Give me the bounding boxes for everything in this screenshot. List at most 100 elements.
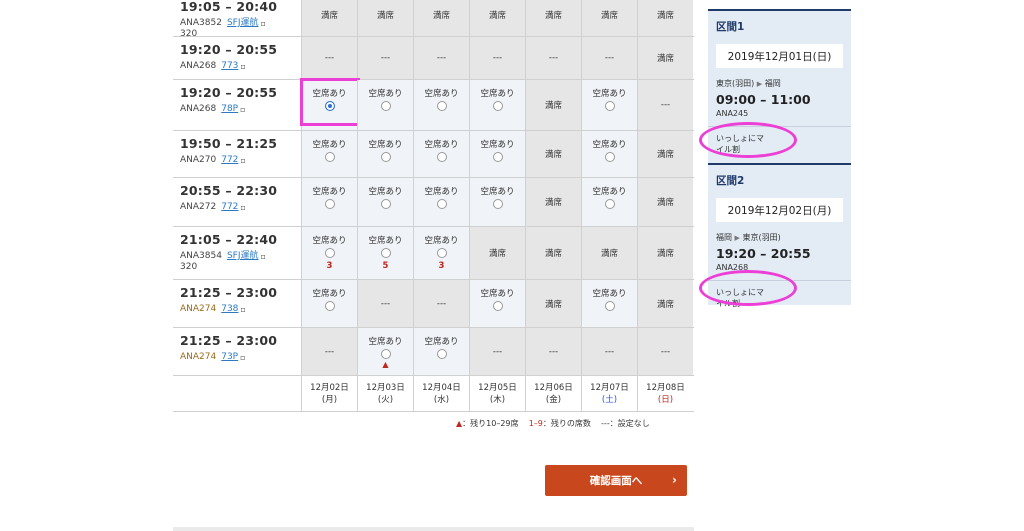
- seat-status-label: 満席: [544, 101, 562, 111]
- aircraft-link[interactable]: 738: [221, 304, 238, 315]
- seat-option[interactable]: 空席あり: [469, 280, 525, 327]
- seat-radio[interactable]: [324, 152, 335, 162]
- seat-option[interactable]: 空席あり: [300, 78, 360, 130]
- seat-radio[interactable]: [436, 152, 447, 162]
- seat-status: 満席: [637, 227, 693, 279]
- seat-option[interactable]: 空席あり: [357, 80, 413, 130]
- flight-info: 19:05 – 20:40 ANA3852 SFJ運航 ▫ 320: [173, 0, 301, 39]
- aircraft-link[interactable]: 773: [221, 61, 238, 72]
- seat-radio[interactable]: [436, 199, 447, 209]
- seat-option[interactable]: 空席あり ▲: [357, 328, 413, 375]
- seat-option[interactable]: 空席あり 3: [301, 227, 357, 279]
- seat-radio[interactable]: [380, 199, 391, 209]
- seat-option[interactable]: 空席あり 3: [413, 227, 469, 279]
- seat-status: ---: [525, 37, 581, 79]
- seat-radio[interactable]: [492, 301, 503, 311]
- seat-radio[interactable]: [604, 152, 615, 162]
- seat-option[interactable]: 空席あり: [413, 131, 469, 177]
- seat-status: ---: [469, 37, 525, 79]
- seat-option[interactable]: 空席あり: [469, 178, 525, 226]
- flight-row: 21:25 – 23:00 ANA274 73P ▫ --- 空席あり ▲ 空席あり --- --…: [173, 328, 694, 376]
- seatmap-icon[interactable]: ▫: [240, 304, 245, 315]
- flight-number-line: ANA268 78P ▫: [180, 104, 301, 115]
- aircraft-link[interactable]: SFJ運航: [227, 251, 259, 262]
- seat-option[interactable]: 空席あり: [469, 80, 525, 130]
- seat-status: 満席: [525, 80, 581, 130]
- seat-status: 満席: [469, 0, 525, 36]
- seat-status: ---: [581, 328, 637, 375]
- seat-radio[interactable]: [492, 101, 503, 111]
- seat-option[interactable]: 空席あり: [581, 178, 637, 226]
- seat-status-label: 空席あり: [480, 140, 515, 150]
- seat-radio[interactable]: [380, 152, 391, 162]
- flight-info: 21:25 – 23:00 ANA274 738 ▫: [173, 280, 301, 327]
- seat-status-label: 空席あり: [424, 140, 459, 150]
- seat-radio[interactable]: [604, 301, 615, 311]
- flight-rows: 19:05 – 20:40 ANA3852 SFJ運航 ▫ 320 満席 満席 満席 満席 満席満…: [173, 0, 694, 376]
- aircraft-link[interactable]: 78P: [221, 104, 238, 115]
- seatmap-icon[interactable]: ▫: [261, 18, 266, 29]
- seatmap-icon[interactable]: ▫: [240, 104, 245, 115]
- seat-option[interactable]: 空席あり: [301, 178, 357, 226]
- legend-dash-mark: ---: [601, 419, 610, 428]
- seatmap-icon[interactable]: ▫: [240, 352, 245, 363]
- seat-option[interactable]: 空席あり: [581, 80, 637, 130]
- seat-status: ---: [301, 37, 357, 79]
- seat-option[interactable]: 空席あり: [413, 178, 469, 226]
- confirm-button[interactable]: 確認画面へ ›: [545, 465, 687, 496]
- seat-radio[interactable]: [604, 101, 615, 111]
- seatmap-icon[interactable]: ▫: [240, 155, 245, 166]
- seat-radio[interactable]: [324, 248, 335, 258]
- warning-triangle-icon: ▲: [382, 360, 389, 369]
- seat-radio[interactable]: [604, 199, 615, 209]
- seat-radio[interactable]: [492, 199, 503, 209]
- arrow-right-icon: ▶: [756, 80, 763, 88]
- segment1-to: 福岡: [764, 79, 781, 88]
- seat-status-label: ---: [492, 53, 503, 63]
- seat-radio[interactable]: [380, 248, 391, 258]
- seat-option[interactable]: 空席あり: [357, 131, 413, 177]
- seatmap-icon[interactable]: ▫: [240, 61, 245, 72]
- seat-option[interactable]: 空席あり: [469, 131, 525, 177]
- seat-radio[interactable]: [492, 152, 503, 162]
- seat-radio[interactable]: [380, 101, 391, 111]
- seat-option[interactable]: 空席あり: [581, 280, 637, 327]
- legend-triangle-text: ：残り10–29席: [462, 419, 519, 428]
- flight-number-line: ANA268 773 ▫: [180, 61, 301, 72]
- seatmap-icon[interactable]: ▫: [240, 202, 245, 213]
- aircraft-link[interactable]: SFJ運航: [227, 18, 259, 29]
- seat-radio[interactable]: [324, 101, 335, 111]
- seat-status: ---: [413, 280, 469, 327]
- seat-radio[interactable]: [436, 349, 447, 359]
- seat-option[interactable]: 空席あり: [581, 131, 637, 177]
- seat-status: ---: [301, 328, 357, 375]
- seat-status-label: 満席: [544, 249, 562, 259]
- date-header: 12月02日 (月): [301, 376, 357, 411]
- aircraft-link[interactable]: 772: [221, 155, 238, 166]
- seat-status-label: 空席あり: [424, 236, 459, 246]
- seat-option[interactable]: 空席あり: [413, 328, 469, 375]
- seat-radio[interactable]: [324, 301, 335, 311]
- seat-radio[interactable]: [324, 199, 335, 209]
- seat-status: 満席: [525, 178, 581, 226]
- seat-option[interactable]: 空席あり: [301, 280, 357, 327]
- seat-status-label: ---: [604, 346, 615, 357]
- seat-status-label: ---: [324, 53, 335, 63]
- seat-option[interactable]: 空席あり: [301, 131, 357, 177]
- day-of-week: (月): [321, 395, 338, 405]
- seat-option[interactable]: 空席あり: [413, 80, 469, 130]
- seat-status: ---: [413, 37, 469, 79]
- flight-info: 20:55 – 22:30 ANA272 772 ▫: [173, 178, 301, 226]
- seat-option[interactable]: 空席あり: [357, 178, 413, 226]
- aircraft-link[interactable]: 772: [221, 202, 238, 213]
- seat-radio[interactable]: [436, 248, 447, 258]
- flight-number-line: ANA3854 SFJ運航 ▫ 320: [180, 251, 301, 273]
- seatmap-icon[interactable]: ▫: [261, 251, 266, 262]
- seat-radio[interactable]: [436, 101, 447, 111]
- seat-status-label: 満席: [544, 11, 562, 21]
- seat-option[interactable]: 空席あり 5: [357, 227, 413, 279]
- aircraft-link[interactable]: 73P: [221, 352, 238, 363]
- seat-status-label: 空席あり: [592, 89, 627, 99]
- seat-radio[interactable]: [380, 349, 391, 359]
- seat-status: 満席: [581, 227, 637, 279]
